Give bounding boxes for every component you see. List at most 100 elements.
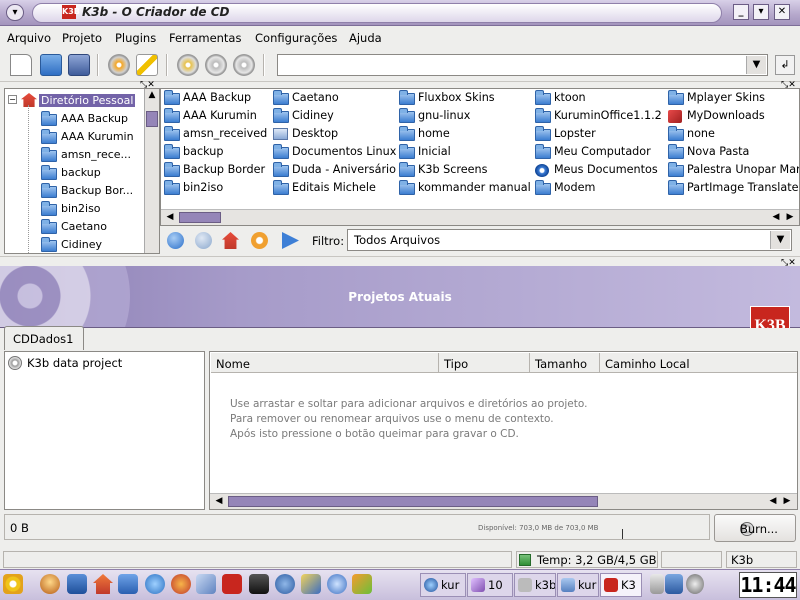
- folder-icon: [399, 90, 415, 105]
- penguin-icon[interactable]: [40, 574, 60, 594]
- project-root-label[interactable]: K3b data project: [27, 356, 122, 370]
- project-horizontal-scrollbar[interactable]: ◀ ◀ ▶: [210, 493, 797, 509]
- project-file-list[interactable]: Nome Tipo Tamanho Caminho Local Use arra…: [209, 351, 798, 510]
- file-item-label: kommander manual: [418, 181, 531, 194]
- column-header-type[interactable]: Tipo: [439, 353, 530, 373]
- chevron-down-icon[interactable]: ▼: [770, 231, 790, 249]
- files-icon[interactable]: [118, 574, 138, 594]
- scroll-right-icon[interactable]: ▶: [783, 211, 797, 224]
- scrollbar-thumb[interactable]: [179, 212, 221, 223]
- tab-cddados1[interactable]: CDDados1: [4, 326, 84, 350]
- task-label: 10: [488, 578, 503, 592]
- open-folder-icon[interactable]: [40, 54, 62, 76]
- minimize-button[interactable]: _: [733, 4, 749, 20]
- back-icon[interactable]: [195, 232, 212, 249]
- tree-item-home[interactable]: − Diretório Pessoal: [5, 91, 143, 109]
- maximize-button[interactable]: ▾: [753, 4, 769, 20]
- scroll-left-icon[interactable]: ◀: [769, 211, 783, 224]
- tree-item[interactable]: amsn_rece...: [5, 145, 143, 163]
- filter-combo[interactable]: Todos Arquivos ▼: [347, 229, 792, 251]
- status-message: [3, 551, 512, 568]
- browser-icon[interactable]: [171, 574, 191, 594]
- tree-item[interactable]: Backup Bor...: [5, 181, 143, 199]
- tree-item[interactable]: AAA Kurumin: [5, 127, 143, 145]
- folder-icon: [273, 180, 289, 195]
- menu-projeto[interactable]: Projeto: [62, 31, 102, 45]
- start-menu-icon[interactable]: [3, 574, 23, 594]
- scroll-up-icon[interactable]: ▲: [145, 89, 159, 102]
- file-item-label: KuruminOffice1.1.2: [554, 109, 662, 122]
- tree-item[interactable]: Caetano: [5, 217, 143, 235]
- burn-cd-icon[interactable]: [108, 54, 130, 76]
- scroll-left-icon[interactable]: ◀: [163, 211, 177, 224]
- forward-icon[interactable]: [282, 232, 299, 249]
- menu-ferramentas[interactable]: Ferramentas: [169, 31, 241, 45]
- new-document-icon[interactable]: [10, 54, 32, 76]
- file-item-label: Mplayer Skins: [687, 91, 765, 104]
- clear-location-icon[interactable]: ↲: [775, 55, 795, 75]
- task-button[interactable]: kur: [420, 573, 466, 597]
- close-button[interactable]: ✕: [774, 4, 790, 20]
- k3b-icon[interactable]: [222, 574, 242, 594]
- scroll-left-icon[interactable]: ◀: [766, 495, 780, 508]
- reload-icon[interactable]: [251, 232, 268, 249]
- volume-icon[interactable]: [686, 574, 704, 594]
- folder-icon: [41, 201, 57, 216]
- window-menu-button[interactable]: ▾: [6, 4, 24, 21]
- task-button[interactable]: 10: [467, 573, 513, 597]
- console-icon[interactable]: [249, 574, 269, 594]
- clock[interactable]: 11:44: [739, 572, 797, 598]
- pane-splitter[interactable]: ⤡✕: [0, 256, 800, 268]
- tree-item[interactable]: bin2iso: [5, 199, 143, 217]
- file-tree[interactable]: − Diretório Pessoal AAA Backup AAA Kurum…: [4, 88, 160, 254]
- collapse-icon[interactable]: −: [8, 95, 17, 104]
- scrollbar-thumb[interactable]: [146, 111, 158, 127]
- home-icon[interactable]: [222, 232, 239, 249]
- column-header-size[interactable]: Tamanho: [530, 353, 600, 373]
- cd-info-icon[interactable]: [233, 54, 255, 76]
- task-button[interactable]: k3b: [514, 573, 556, 597]
- tree-scrollbar[interactable]: ▲: [144, 89, 159, 253]
- scrollbar-thumb[interactable]: [228, 496, 598, 507]
- copy-cd-icon[interactable]: [177, 54, 199, 76]
- column-header-name[interactable]: Nome: [211, 353, 439, 373]
- tree-item[interactable]: AAA Backup: [5, 109, 143, 127]
- terminal-icon[interactable]: [67, 574, 87, 594]
- tree-item[interactable]: backup: [5, 163, 143, 181]
- menu-ajuda[interactable]: Ajuda: [349, 31, 382, 45]
- file-item-label: Meus Documentos: [554, 163, 658, 176]
- up-icon[interactable]: [167, 232, 184, 249]
- tools-icon[interactable]: [301, 574, 321, 594]
- blank-cd-icon[interactable]: [205, 54, 227, 76]
- folder-icon: [399, 162, 415, 177]
- project-tree[interactable]: K3b data project: [4, 351, 205, 510]
- location-combo[interactable]: ▼: [277, 54, 768, 76]
- folder-icon: [164, 180, 180, 195]
- task-button-active[interactable]: K3: [600, 573, 642, 597]
- column-header-local-path[interactable]: Caminho Local: [600, 353, 797, 373]
- folder-icon: [41, 129, 57, 144]
- tray-app-icon[interactable]: [665, 574, 683, 594]
- messenger-icon[interactable]: [327, 574, 347, 594]
- files-horizontal-scrollbar[interactable]: ◀ ◀ ▶: [161, 209, 799, 225]
- burn-button[interactable]: Burn...: [714, 514, 796, 542]
- chevron-down-icon[interactable]: ▼: [746, 56, 766, 74]
- butterfly-icon[interactable]: [352, 574, 372, 594]
- downloads-icon: [668, 110, 682, 123]
- menu-arquivo[interactable]: Arquivo: [7, 31, 51, 45]
- tray-separator-icon: [650, 574, 664, 594]
- task-button[interactable]: kur: [557, 573, 599, 597]
- save-icon[interactable]: [68, 54, 90, 76]
- scroll-right-icon[interactable]: ▶: [780, 495, 794, 508]
- mail-icon[interactable]: [275, 574, 295, 594]
- menu-configuracoes[interactable]: Configurações: [255, 31, 337, 45]
- editor-icon[interactable]: [196, 574, 216, 594]
- tree-item[interactable]: Cidiney: [5, 235, 143, 253]
- scroll-left-icon[interactable]: ◀: [212, 495, 226, 508]
- menu-plugins[interactable]: Plugins: [115, 31, 156, 45]
- folder-icon: [164, 108, 180, 123]
- edit-icon[interactable]: [136, 54, 158, 76]
- project-size-bar: [4, 514, 710, 540]
- network-icon[interactable]: [145, 574, 165, 594]
- file-icon-view[interactable]: AAA Backup AAA Kurumin amsn_received bac…: [160, 88, 800, 226]
